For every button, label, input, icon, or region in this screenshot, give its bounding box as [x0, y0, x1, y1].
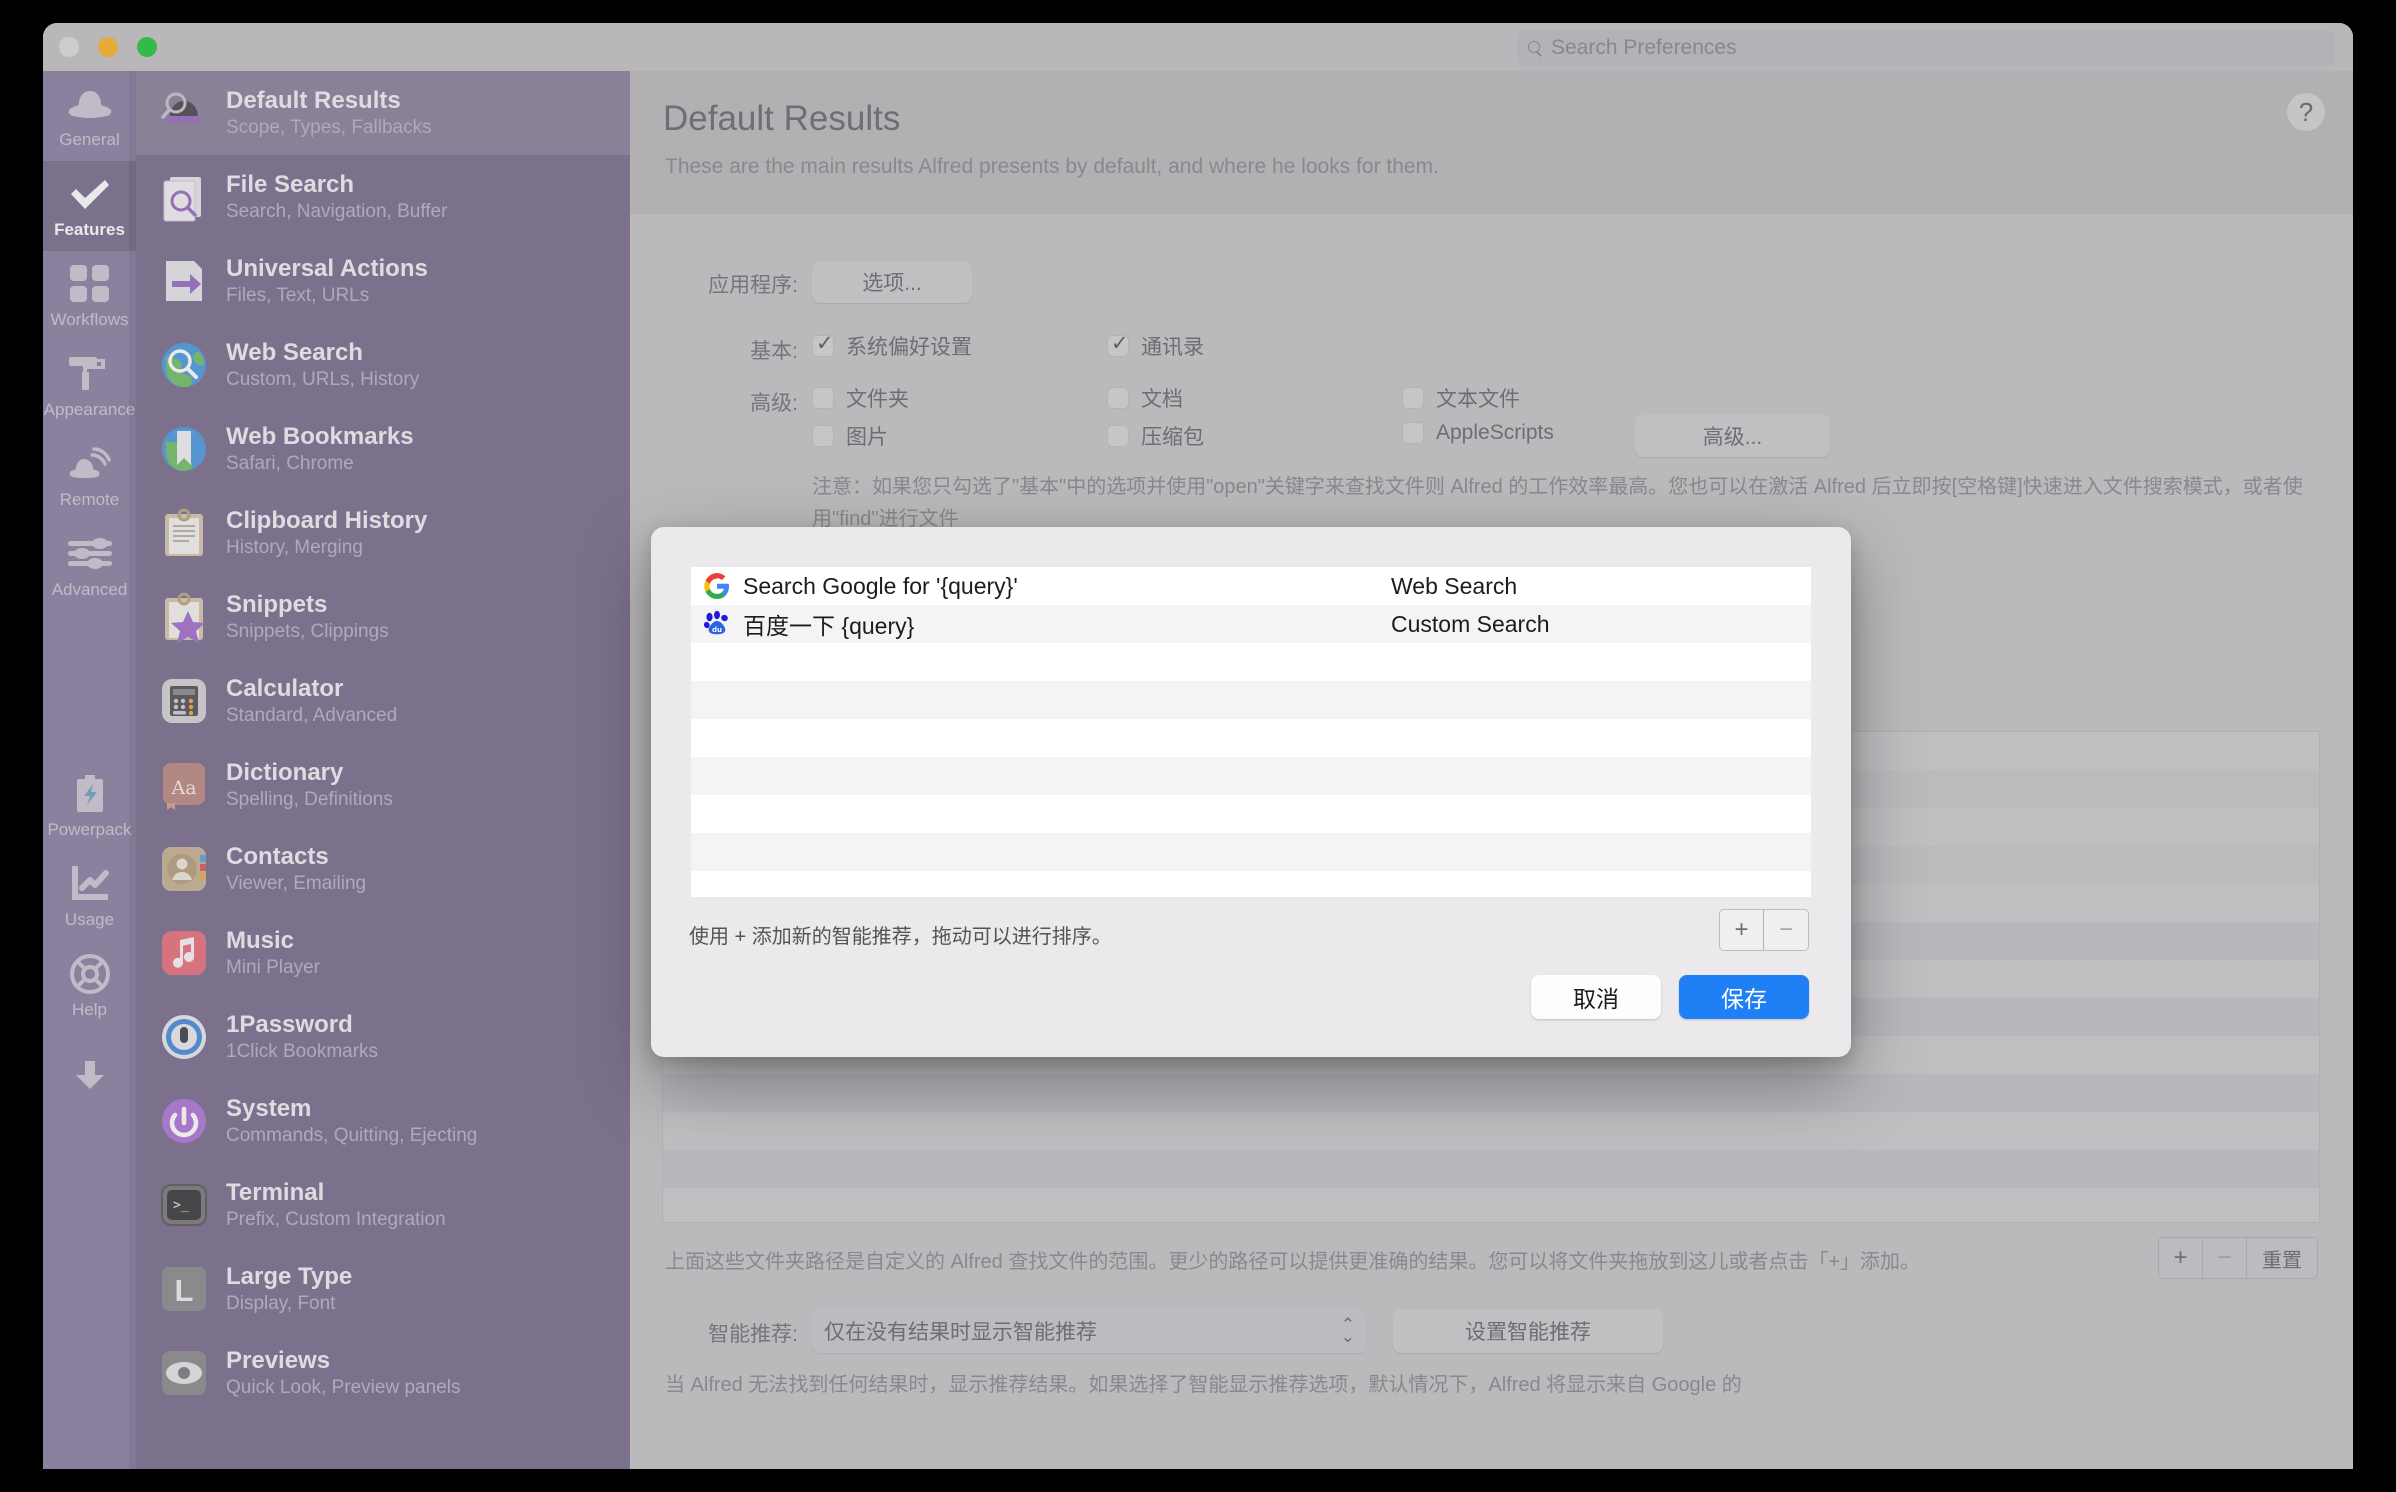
fallback-results-table[interactable]: Search Google for '{query}' Web Search d…	[691, 567, 1811, 897]
table-row-empty[interactable]	[691, 757, 1811, 795]
table-row-empty[interactable]	[691, 871, 1811, 897]
fallback-results-dialog: Search Google for '{query}' Web Search d…	[651, 527, 1851, 1057]
fallback-add-remove-buttons: + −	[1719, 909, 1809, 951]
table-cell-title: Search Google for '{query}'	[743, 572, 1018, 599]
svg-text:du: du	[712, 626, 722, 634]
baidu-icon: du	[703, 610, 731, 638]
preferences-window: Search Preferences General Features Work…	[43, 23, 2353, 1469]
table-row-empty[interactable]	[691, 643, 1811, 681]
remove-fallback-button[interactable]: −	[1764, 910, 1808, 950]
table-row-empty[interactable]	[691, 833, 1811, 871]
table-cell-title: 百度一下 {query}	[743, 613, 915, 639]
table-cell-kind: Custom Search	[1391, 610, 1550, 637]
save-button[interactable]: 保存	[1679, 975, 1809, 1019]
google-icon	[703, 572, 731, 600]
table-row-empty[interactable]	[691, 681, 1811, 719]
cancel-button[interactable]: 取消	[1531, 975, 1661, 1019]
table-row-empty[interactable]	[691, 795, 1811, 833]
table-cell-kind: Web Search	[1391, 572, 1518, 599]
table-row[interactable]: du 百度一下 {query} Custom Search	[691, 605, 1811, 643]
table-row-empty[interactable]	[691, 719, 1811, 757]
add-fallback-button[interactable]: +	[1720, 910, 1764, 950]
table-row[interactable]: Search Google for '{query}' Web Search	[691, 567, 1811, 605]
dialog-action-buttons: 取消 保存	[1531, 975, 1809, 1019]
fallback-hint-text: 使用 + 添加新的智能推荐，拖动可以进行排序。	[689, 926, 1112, 948]
